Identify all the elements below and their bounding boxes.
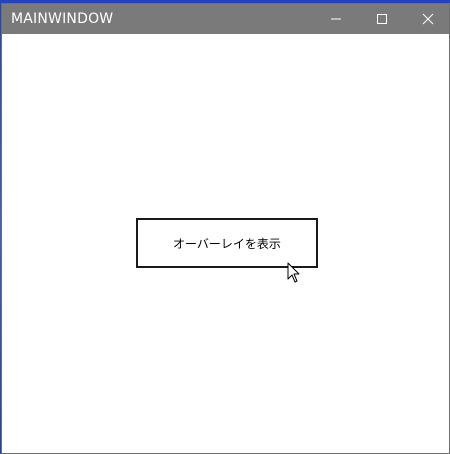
main-window: MAINWINDOW オーバーレイを表示 [1, 3, 450, 454]
window-client-area: オーバーレイを表示 [2, 34, 449, 453]
minimize-button[interactable] [313, 4, 359, 34]
window-title: MAINWINDOW [11, 11, 114, 27]
minimize-icon [331, 18, 341, 20]
close-icon [422, 13, 434, 25]
mouse-pointer-icon [287, 262, 300, 283]
maximize-icon [377, 14, 387, 24]
show-overlay-button[interactable]: オーバーレイを表示 [136, 218, 318, 268]
title-bar[interactable]: MAINWINDOW [2, 4, 449, 34]
maximize-button[interactable] [359, 4, 405, 34]
close-button[interactable] [405, 4, 450, 34]
